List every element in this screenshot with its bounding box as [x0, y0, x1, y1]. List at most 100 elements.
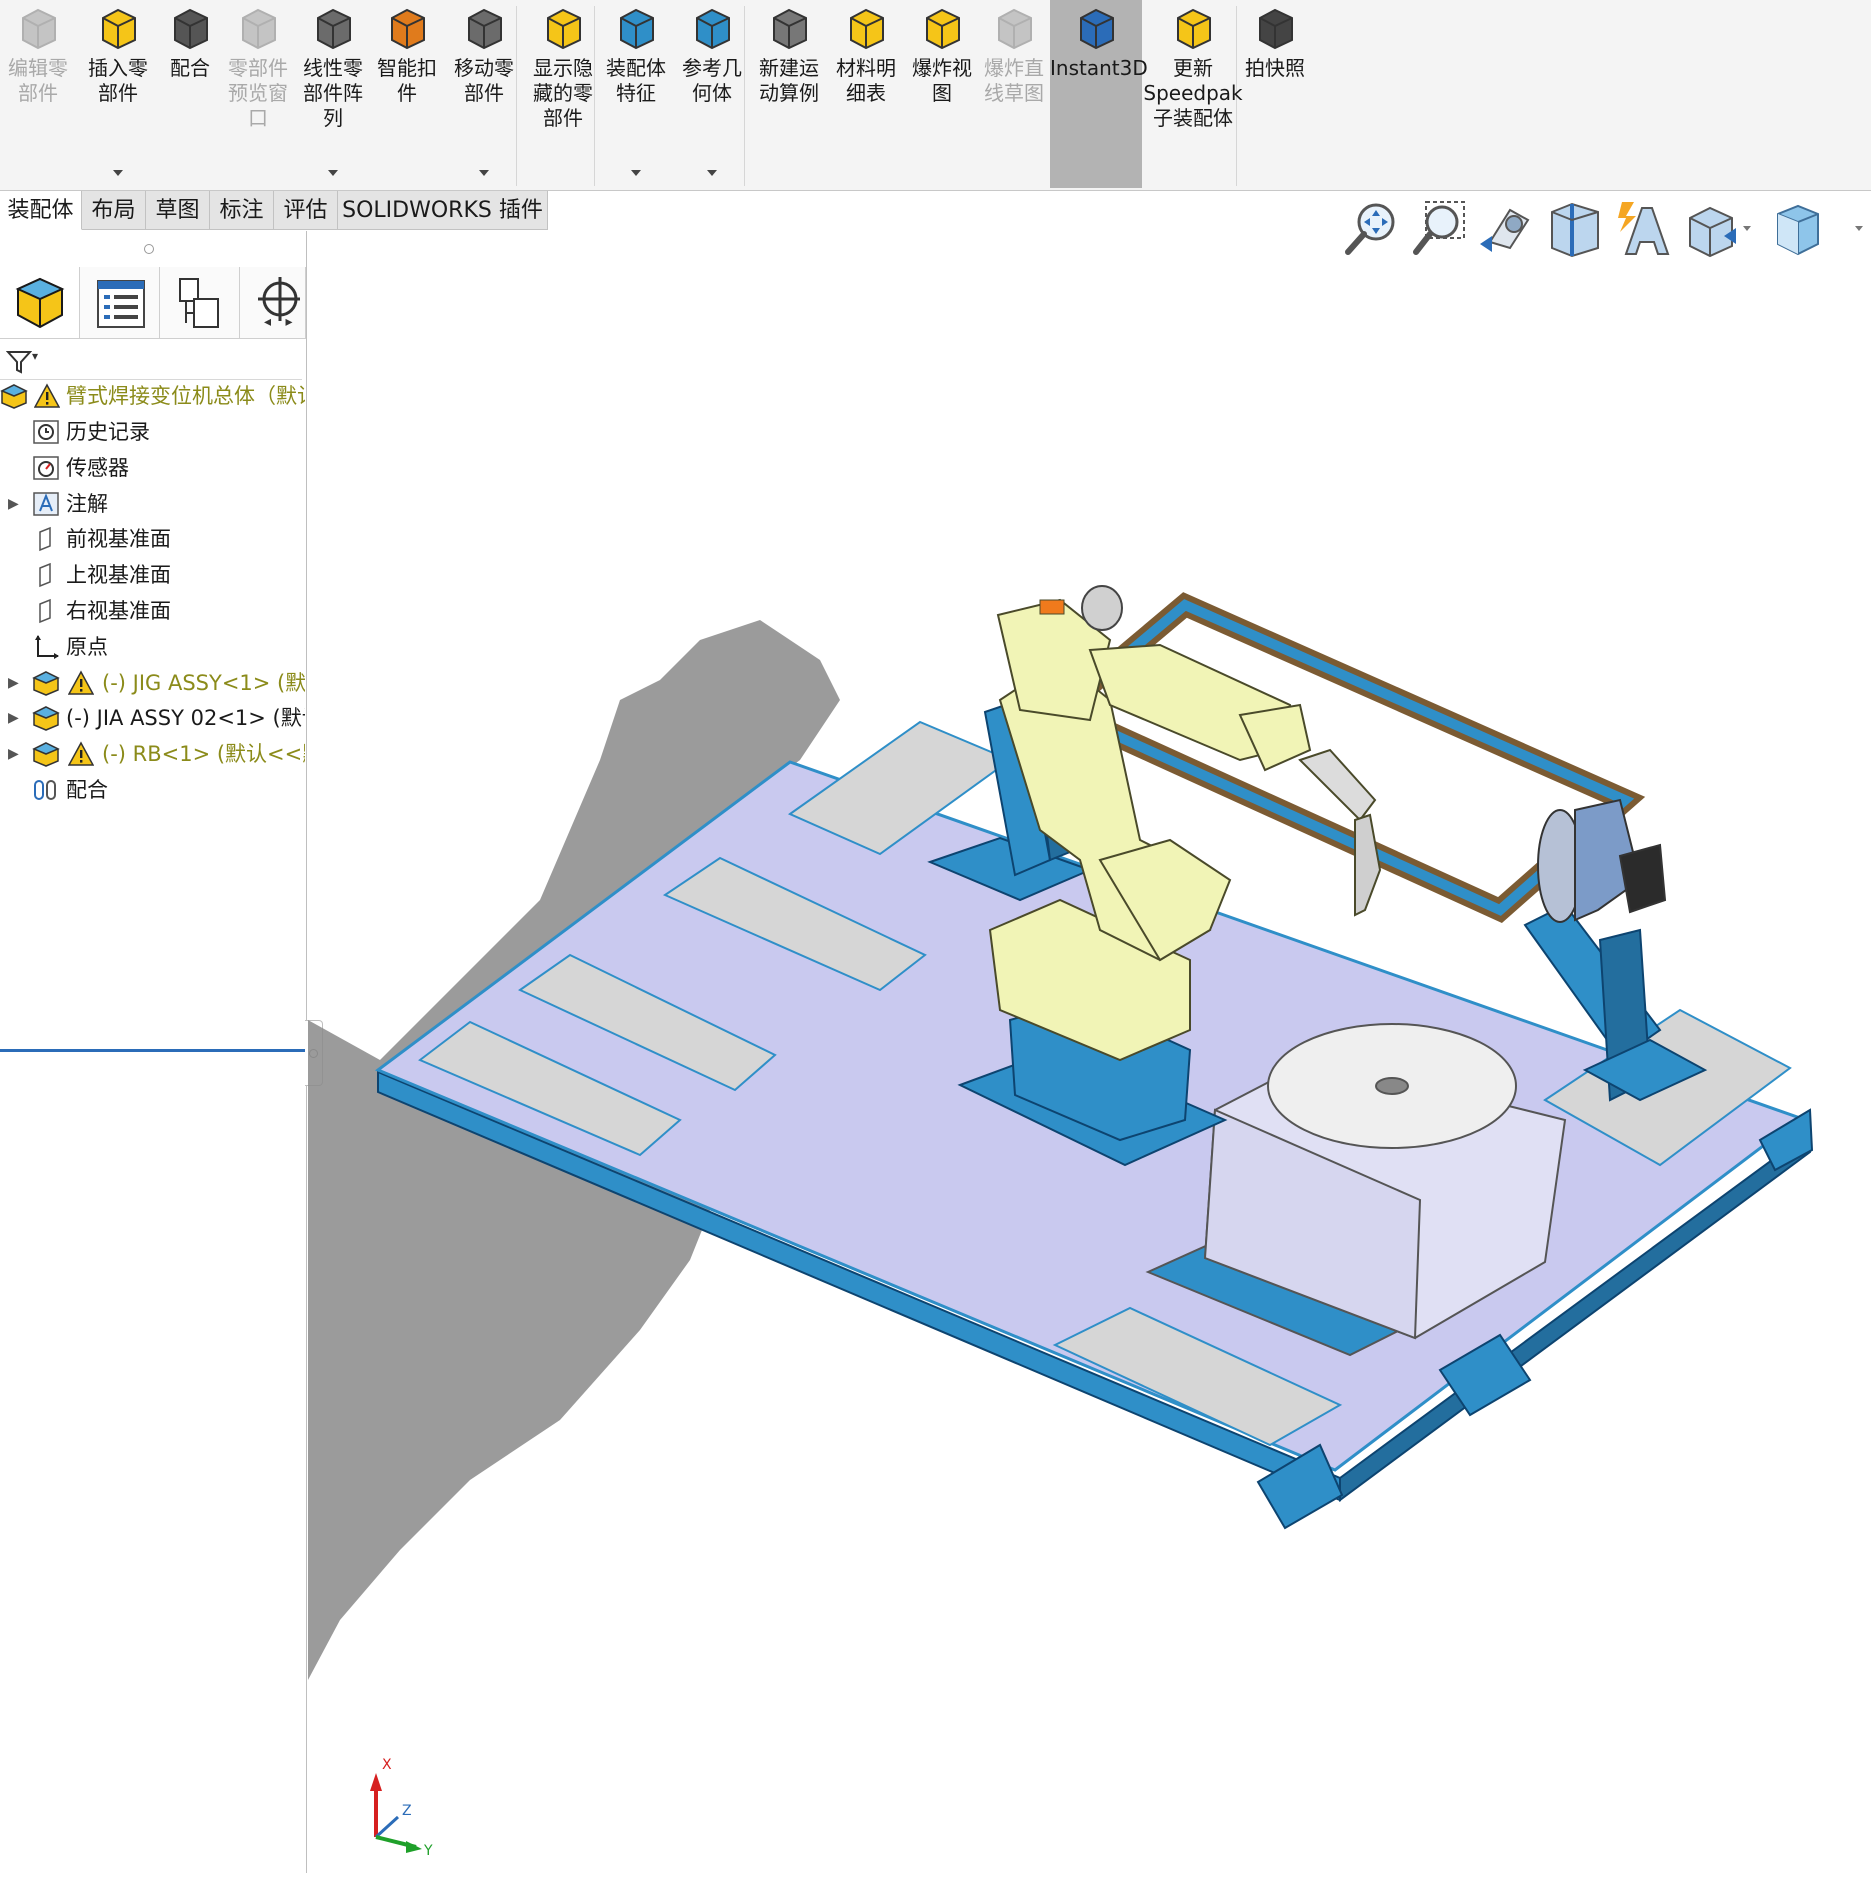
update-speedpak-button[interactable]: 更新 Speedpak 子装配体: [1142, 0, 1244, 188]
tree-rollback-bar[interactable]: [0, 1049, 305, 1052]
tree-item[interactable]: ▶ (-) JIA ASSY 02<1> (默认: [0, 701, 305, 735]
scroll-right-icon[interactable]: ▸: [285, 314, 292, 330]
plane-icon: [39, 527, 51, 552]
bill-of-materials-label: 材料明 细表: [836, 56, 896, 105]
positioner-motor: [1537, 798, 1667, 923]
subassembly-icon: [32, 670, 60, 696]
view-orientation-dropdown[interactable]: [1743, 226, 1751, 231]
tree-item[interactable]: ▶ (-) JIG ASSY<1> (默认: [0, 666, 305, 700]
panel-tab-scroll[interactable]: ◂ ▸: [264, 311, 304, 333]
assembly-features-icon: [620, 8, 654, 50]
take-snapshot-button[interactable]: 拍快照: [1244, 0, 1306, 188]
exploded-view-button[interactable]: 爆炸视 图: [904, 0, 980, 188]
configuration-icon: [179, 278, 219, 328]
history-icon: [33, 420, 59, 444]
assembly-cube-icon: [15, 277, 65, 329]
mate-label: 配合: [170, 56, 210, 80]
assembly-features-dropdown-caret[interactable]: [631, 170, 641, 176]
tree-item[interactable]: ▶ (-) RB<1> (默认<<默: [0, 737, 305, 771]
tree-item-label: 前视基准面: [66, 527, 171, 552]
scroll-left-icon[interactable]: ◂: [264, 314, 271, 330]
tree-item[interactable]: 上视基准面: [0, 558, 305, 592]
subassembly-icon: [32, 706, 60, 732]
reference-geometry-button[interactable]: 参考几 何体: [676, 0, 748, 188]
tab-property-manager[interactable]: [80, 267, 160, 339]
tree-item[interactable]: 原点: [0, 630, 305, 664]
component-preview-button[interactable]: 零部件 预览窗 口: [222, 0, 294, 188]
edit-component-label: 编辑零 部件: [8, 56, 68, 105]
insert-components-dropdown-caret[interactable]: [113, 170, 123, 176]
assembly-features-button[interactable]: 装配体 特征: [600, 0, 672, 188]
exploded-view-icon: [926, 8, 960, 50]
assembly-features-label: 装配体 特征: [606, 56, 666, 105]
move-component-icon: [468, 8, 502, 50]
reference-geometry-dropdown-caret[interactable]: [707, 170, 717, 176]
tree-item-label: 上视基准面: [66, 563, 171, 588]
tab-2[interactable]: 草图: [146, 191, 210, 230]
plane-icon: [39, 563, 51, 588]
bill-of-materials-icon: [850, 8, 884, 50]
robot-motor: [1039, 599, 1065, 615]
mate-button[interactable]: 配合: [160, 0, 220, 188]
filter-icon[interactable]: [6, 349, 32, 375]
subassembly-icon: [32, 742, 60, 767]
smart-fasteners-label: 智能扣 件: [377, 56, 437, 105]
origin-icon: [35, 634, 59, 659]
tree-item[interactable]: ▶ 注解: [0, 487, 305, 521]
component-preview-label: 零部件 预览窗 口: [228, 56, 288, 130]
component-preview-icon: [242, 8, 276, 50]
instant3d-button[interactable]: Instant3D: [1050, 0, 1148, 188]
tree-item-label: (-) RB<1> (默认<<默: [102, 742, 305, 767]
tree-filter-row: ▾: [0, 341, 302, 380]
graphics-area[interactable]: X Z Y: [308, 232, 1871, 1873]
smart-fasteners-button[interactable]: 智能扣 件: [372, 0, 442, 188]
tree-item[interactable]: 传感器: [0, 451, 305, 485]
explode-line-sketch-icon: [998, 8, 1032, 50]
warning-icon: [68, 741, 94, 766]
expand-arrow-icon[interactable]: ▶: [8, 666, 19, 700]
show-hidden-icon: [547, 8, 581, 50]
tree-item-label: 注解: [66, 491, 108, 516]
tab-4[interactable]: 评估: [274, 191, 338, 230]
tab-1[interactable]: 布局: [82, 191, 146, 230]
move-component-dropdown-caret[interactable]: [479, 170, 489, 176]
update-speedpak-icon: [1177, 8, 1211, 50]
warning-icon: [68, 670, 94, 695]
new-motion-study-button[interactable]: 新建运 动算例: [752, 0, 826, 188]
tab-configuration-manager[interactable]: [160, 267, 240, 339]
tab-feature-manager[interactable]: [0, 267, 80, 339]
expand-arrow-icon[interactable]: ▶: [8, 487, 19, 521]
tab-0[interactable]: 装配体: [0, 191, 82, 230]
tab-3[interactable]: 标注: [210, 191, 274, 230]
tree-item[interactable]: 配合: [0, 773, 305, 807]
mate-icon: [174, 8, 208, 50]
tree-item-label: 原点: [66, 634, 108, 659]
tree-root-label: 臂式焊接变位机总体（默认: [66, 384, 305, 408]
linear-pattern-button[interactable]: 线性零 部件阵 列: [296, 0, 370, 188]
reference-geometry-label: 参考几 何体: [682, 56, 742, 105]
move-component-button[interactable]: 移动零 部件: [446, 0, 522, 188]
take-snapshot-label: 拍快照: [1245, 56, 1305, 80]
linear-pattern-icon: [317, 8, 351, 50]
move-component-label: 移动零 部件: [454, 56, 514, 105]
tree-item[interactable]: 右视基准面: [0, 594, 305, 628]
bill-of-materials-button[interactable]: 材料明 细表: [830, 0, 902, 188]
tree-item[interactable]: 前视基准面: [0, 522, 305, 556]
insert-components-button[interactable]: 插入零 部件: [80, 0, 156, 188]
filter-dropdown-caret[interactable]: ▾: [32, 349, 38, 363]
expand-arrow-icon[interactable]: ▶: [8, 701, 19, 735]
linear-pattern-dropdown-caret[interactable]: [328, 170, 338, 176]
explode-line-sketch-button[interactable]: 爆炸直 线草图: [978, 0, 1050, 188]
assembly-model-view: [308, 585, 1814, 1680]
reference-geometry-icon: [696, 8, 730, 50]
tree-item-label: 传感器: [66, 455, 129, 480]
tab-5[interactable]: SOLIDWORKS 插件: [338, 191, 548, 230]
tree-item[interactable]: 历史记录: [0, 415, 305, 449]
edit-component-button[interactable]: 编辑零 部件: [4, 0, 72, 188]
show-hidden-button[interactable]: 显示隐 藏的零 部件: [524, 0, 602, 188]
insert-components-label: 插入零 部件: [88, 56, 148, 105]
panel-grip[interactable]: [144, 244, 154, 254]
tree-root-assembly[interactable]: 臂式焊接变位机总体（默认: [0, 379, 305, 413]
expand-arrow-icon[interactable]: ▶: [8, 737, 19, 771]
display-style-dropdown[interactable]: [1855, 226, 1863, 231]
